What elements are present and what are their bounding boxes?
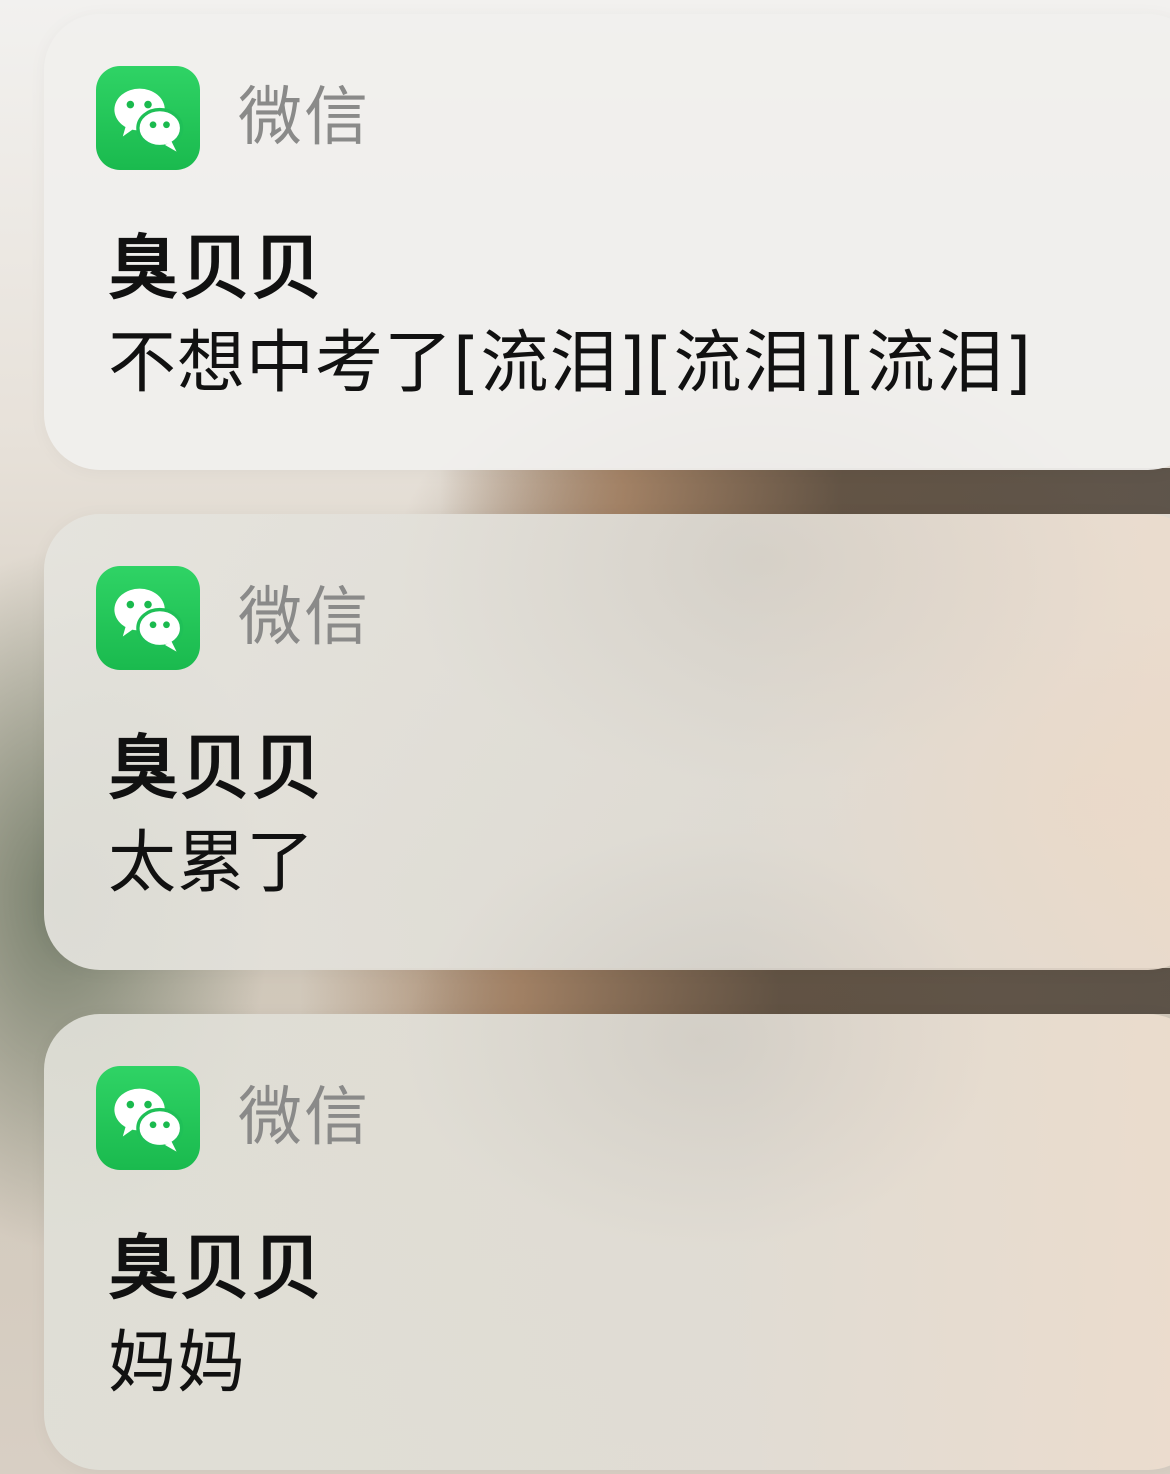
sender-name: 臭贝贝 xyxy=(108,1227,324,1309)
notification-card[interactable]: 微信 臭贝贝 不想中考了[流泪][流泪][流泪] xyxy=(44,14,1170,470)
wechat-icon xyxy=(96,66,200,170)
wechat-logo-icon xyxy=(114,1088,184,1152)
message-text: 太累了 xyxy=(108,824,316,903)
wechat-icon xyxy=(96,566,200,670)
wallpaper-detail xyxy=(300,968,1170,1014)
message-text: 妈妈 xyxy=(108,1324,247,1403)
notification-card[interactable]: 微信 臭贝贝 妈妈 xyxy=(44,1014,1170,1470)
app-name: 微信 xyxy=(238,81,370,155)
wechat-logo-icon xyxy=(114,588,184,652)
message-text: 不想中考了[流泪][流泪][流泪] xyxy=(108,324,1033,403)
sender-name: 臭贝贝 xyxy=(108,227,324,309)
wechat-icon xyxy=(96,1066,200,1170)
app-name: 微信 xyxy=(238,581,370,655)
sender-name: 臭贝贝 xyxy=(108,727,324,809)
wechat-logo-icon xyxy=(114,88,184,152)
notification-card[interactable]: 微信 臭贝贝 太累了 xyxy=(44,514,1170,970)
wallpaper-detail xyxy=(440,468,1170,514)
app-name: 微信 xyxy=(238,1081,370,1155)
